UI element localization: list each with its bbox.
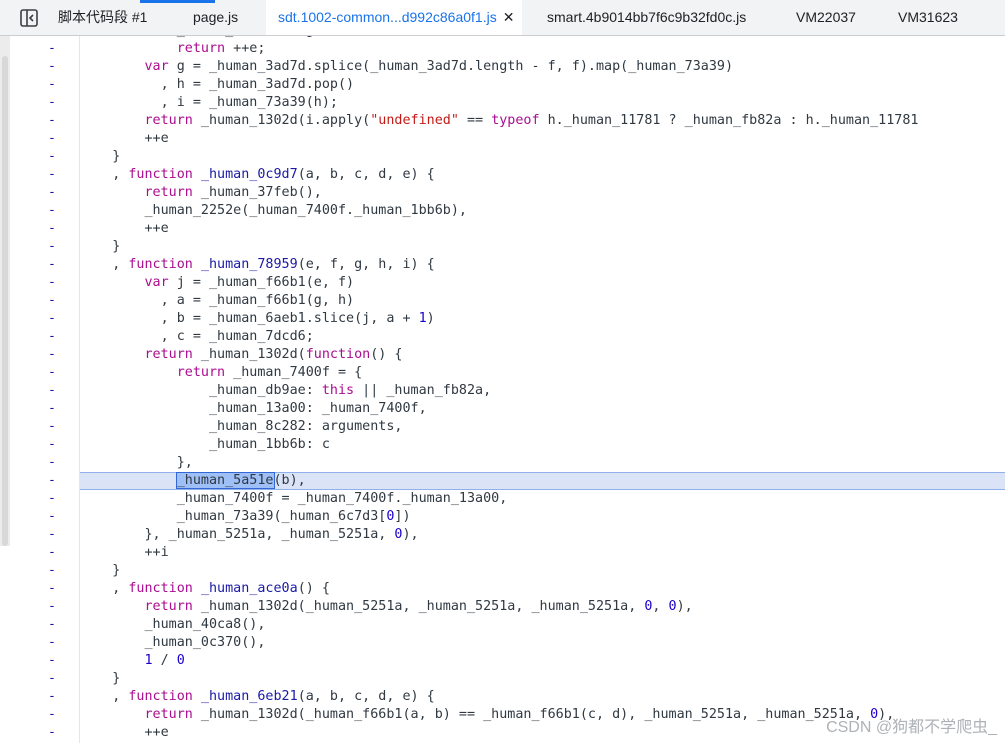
gutter-marker[interactable]: - bbox=[48, 202, 58, 220]
code-editor[interactable]: if (_human_3ad7d.length < f) return ++e;… bbox=[80, 0, 1005, 743]
gutter-marker[interactable]: - bbox=[48, 526, 58, 544]
code-line[interactable]: , c = _human_7dcd6; bbox=[80, 328, 1005, 346]
gutter-marker[interactable]: - bbox=[48, 724, 58, 742]
gutter-marker[interactable]: - bbox=[48, 346, 58, 364]
code-line[interactable]: ++e bbox=[80, 724, 1005, 742]
code-line[interactable]: _human_0c370(), bbox=[80, 634, 1005, 652]
gutter-marker[interactable]: - bbox=[48, 400, 58, 418]
gutter-marker[interactable]: - bbox=[48, 472, 58, 490]
code-line[interactable]: var g = _human_3ad7d.splice(_human_3ad7d… bbox=[80, 58, 1005, 76]
code-line[interactable]: return _human_1302d(_human_5251a, _human… bbox=[80, 598, 1005, 616]
code-line[interactable]: return _human_1302d(i.apply("undefined" … bbox=[80, 112, 1005, 130]
tab-label: sdt.1002-common...d992c86a0f1.js bbox=[278, 9, 497, 25]
line-gutter bbox=[10, 36, 80, 743]
code-line[interactable]: _human_2252e(_human_7400f._human_1bb6b), bbox=[80, 202, 1005, 220]
tab-page-js[interactable]: page.js bbox=[193, 0, 238, 35]
code-line[interactable]: _human_73a39(_human_6c7d3[0]) bbox=[80, 508, 1005, 526]
gutter-marker[interactable]: - bbox=[48, 634, 58, 652]
code-line[interactable]: }, bbox=[80, 454, 1005, 472]
gutter-marker[interactable]: - bbox=[48, 652, 58, 670]
gutter-marker[interactable]: - bbox=[48, 616, 58, 634]
code-line[interactable]: return ++e; bbox=[80, 40, 1005, 58]
code-line[interactable]: , function _human_6eb21(a, b, c, d, e) { bbox=[80, 688, 1005, 706]
tab-smart-js[interactable]: smart.4b9014bb7f6c9b32fd0c.js bbox=[547, 0, 746, 35]
tab-sdt-common-js[interactable]: sdt.1002-common...d992c86a0f1.js ✕ bbox=[266, 0, 523, 35]
gutter-marker[interactable]: - bbox=[48, 328, 58, 346]
code-line[interactable]: } bbox=[80, 670, 1005, 688]
code-line[interactable]: return _human_37feb(), bbox=[80, 184, 1005, 202]
gutter-marker[interactable]: - bbox=[48, 490, 58, 508]
code-line[interactable]: , b = _human_6aeb1.slice(j, a + 1) bbox=[80, 310, 1005, 328]
gutter-marker[interactable]: - bbox=[48, 544, 58, 562]
gutter-marker[interactable]: - bbox=[48, 418, 58, 436]
code-line[interactable]: , function _human_0c9d7(a, b, c, d, e) { bbox=[80, 166, 1005, 184]
tab-label: VM22037 bbox=[796, 9, 856, 25]
code-line[interactable]: , function _human_78959(e, f, g, h, i) { bbox=[80, 256, 1005, 274]
editor-tab-bar: 脚本代码段 #1 page.js sdt.1002-common...d992c… bbox=[0, 0, 1005, 36]
gutter-marker[interactable]: - bbox=[48, 292, 58, 310]
code-line[interactable]: ++e bbox=[80, 220, 1005, 238]
code-line[interactable]: return _human_7400f = { bbox=[80, 364, 1005, 382]
tab-vm31623[interactable]: VM31623 bbox=[898, 0, 958, 35]
tab-label: page.js bbox=[193, 9, 239, 25]
tab-vm22037[interactable]: VM22037 bbox=[796, 0, 856, 35]
code-line[interactable]: , i = _human_73a39(h); bbox=[80, 94, 1005, 112]
code-line[interactable]: } bbox=[80, 562, 1005, 580]
code-line[interactable]: } bbox=[80, 238, 1005, 256]
gutter-marker[interactable]: - bbox=[48, 94, 58, 112]
code-line[interactable]: ++i bbox=[80, 544, 1005, 562]
code-line[interactable]: _human_8c282: arguments, bbox=[80, 418, 1005, 436]
gutter-marker[interactable]: - bbox=[48, 310, 58, 328]
code-line[interactable]: , a = _human_f66b1(g, h) bbox=[80, 292, 1005, 310]
code-line[interactable]: return _human_1302d(function() { bbox=[80, 346, 1005, 364]
code-line[interactable]: 1 / 0 bbox=[80, 652, 1005, 670]
tab-label: 脚本代码段 #1 bbox=[58, 9, 148, 25]
code-line[interactable]: _human_5a51e(b), bbox=[80, 472, 1005, 490]
gutter-marker[interactable]: - bbox=[48, 274, 58, 292]
code-line[interactable]: _human_13a00: _human_7400f, bbox=[80, 400, 1005, 418]
gutter-marker[interactable]: - bbox=[48, 670, 58, 688]
code-line[interactable]: } bbox=[80, 148, 1005, 166]
gutter-marker[interactable]: - bbox=[48, 598, 58, 616]
gutter-marker[interactable]: - bbox=[48, 436, 58, 454]
code-line[interactable]: , h = _human_3ad7d.pop() bbox=[80, 76, 1005, 94]
scrollbar-thumb[interactable] bbox=[2, 56, 8, 546]
gutter-marker[interactable]: - bbox=[48, 148, 58, 166]
code-line[interactable]: _human_1bb6b: c bbox=[80, 436, 1005, 454]
gutter-marker[interactable]: - bbox=[48, 238, 58, 256]
code-line[interactable]: _human_db9ae: this || _human_fb82a, bbox=[80, 382, 1005, 400]
close-tab-icon[interactable]: ✕ bbox=[503, 0, 515, 35]
code-line[interactable]: }, _human_5251a, _human_5251a, 0), bbox=[80, 526, 1005, 544]
vertical-scrollbar[interactable] bbox=[0, 36, 10, 546]
code-line[interactable]: _human_7400f = _human_7400f._human_13a00… bbox=[80, 490, 1005, 508]
gutter-marker[interactable]: - bbox=[48, 166, 58, 184]
gutter-marker[interactable]: - bbox=[48, 40, 58, 58]
gutter-marker[interactable]: - bbox=[48, 220, 58, 238]
gutter-marker[interactable]: - bbox=[48, 112, 58, 130]
code-line[interactable]: , function _human_ace0a() { bbox=[80, 580, 1005, 598]
code-line[interactable]: ++e bbox=[80, 130, 1005, 148]
tab-label: VM31623 bbox=[898, 9, 958, 25]
tab-label: smart.4b9014bb7f6c9b32fd0c.js bbox=[547, 9, 747, 25]
code-line[interactable]: _human_40ca8(), bbox=[80, 616, 1005, 634]
toggle-navigator-icon[interactable] bbox=[18, 7, 40, 29]
gutter-marker[interactable]: - bbox=[48, 508, 58, 526]
gutter-marker[interactable]: - bbox=[48, 688, 58, 706]
gutter-marker[interactable]: - bbox=[48, 76, 58, 94]
gutter-marker[interactable]: - bbox=[48, 184, 58, 202]
code-line[interactable]: return _human_1302d(_human_f66b1(a, b) =… bbox=[80, 706, 1005, 724]
gutter-marker[interactable]: - bbox=[48, 562, 58, 580]
gutter-marker[interactable]: - bbox=[48, 706, 58, 724]
gutter-marker[interactable]: - bbox=[48, 580, 58, 598]
gutter-marker[interactable]: - bbox=[48, 58, 58, 76]
code-line[interactable]: var j = _human_f66b1(e, f) bbox=[80, 274, 1005, 292]
gutter-marker[interactable]: - bbox=[48, 130, 58, 148]
gutter-marker[interactable]: - bbox=[48, 382, 58, 400]
gutter-marker[interactable]: - bbox=[48, 454, 58, 472]
tab-script-snippet[interactable]: 脚本代码段 #1 bbox=[58, 0, 147, 35]
gutter-marker[interactable]: - bbox=[48, 256, 58, 274]
gutter-marker[interactable]: - bbox=[48, 364, 58, 382]
